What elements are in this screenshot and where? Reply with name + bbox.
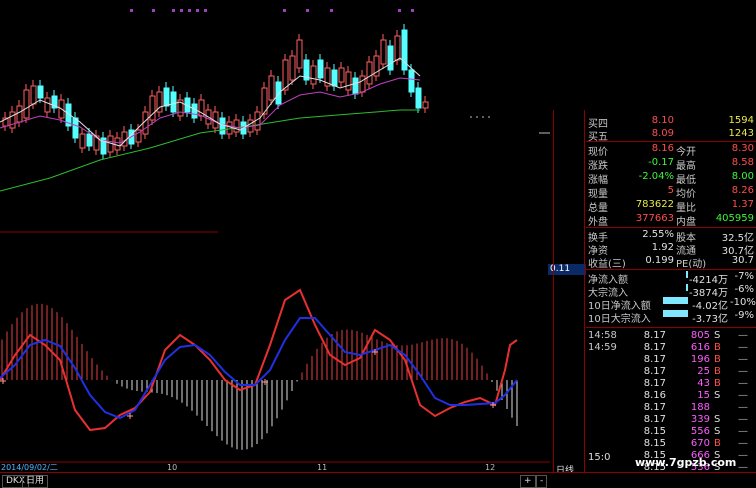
ask-level-4: 买四 8.10 1594 (588, 115, 754, 130)
zoom-out-button[interactable]: - (536, 475, 548, 488)
quote-row: 外盘 377663 内盘 405959 (588, 213, 754, 228)
event-markers (130, 9, 414, 12)
start-date-label: 2014/09/02/二 (1, 463, 58, 472)
quote-row: 涨跌 -0.17 最高 8.58 (588, 157, 754, 172)
quote-row: 现价 8.16 今开 8.30 (588, 143, 754, 158)
quote-row: 涨幅 -2.04% 最低 8.00 (588, 171, 754, 186)
oscillator-blue-line (0, 317, 518, 420)
month-tick-3: 12 (485, 463, 495, 472)
watermark: www.7gpzb.com (635, 456, 737, 469)
ask-level-5: 买五 8.09 1243 (588, 128, 754, 143)
footer-time: 15:0 (588, 452, 611, 463)
fundamental-row: 收益(三) 0.199 PE(动) 30.7 (588, 255, 754, 270)
quote-row: 总量 783622 量比 1.37 (588, 199, 754, 214)
tab-daily[interactable]: 日用 (22, 475, 49, 488)
bottom-toolbar: DKX 日用 + - (0, 472, 756, 488)
month-tick-2: 11 (317, 463, 327, 472)
money-flow-row: 大宗流入 -3874万 -6% (588, 284, 754, 299)
fundamental-row: 换手 2.55% 股本 32.5亿 (588, 229, 754, 244)
price-chart[interactable]: 7.807.607.407.207.006.80 0.140.120.100.0… (0, 0, 550, 472)
money-flow-row: 10日净流入额 -4.02亿 -10% (588, 297, 756, 312)
oscillator-red-line (0, 288, 518, 432)
quote-row: 现量 5 均价 8.26 (588, 185, 754, 200)
quote-panel: 买四 8.10 1594 买五 8.09 1243 现价 8.16 今开 8.3… (586, 113, 756, 487)
zoom-in-button[interactable]: + (520, 475, 536, 488)
money-flow-row: 净流入额 -4214万 -7% (588, 271, 754, 286)
fundamental-row: 净资 1.92 流通 30.7亿 (588, 242, 754, 257)
month-tick-1: 10 (167, 463, 177, 472)
money-flow-row: 10日大宗流入 -3.73亿 -9% (588, 310, 754, 325)
